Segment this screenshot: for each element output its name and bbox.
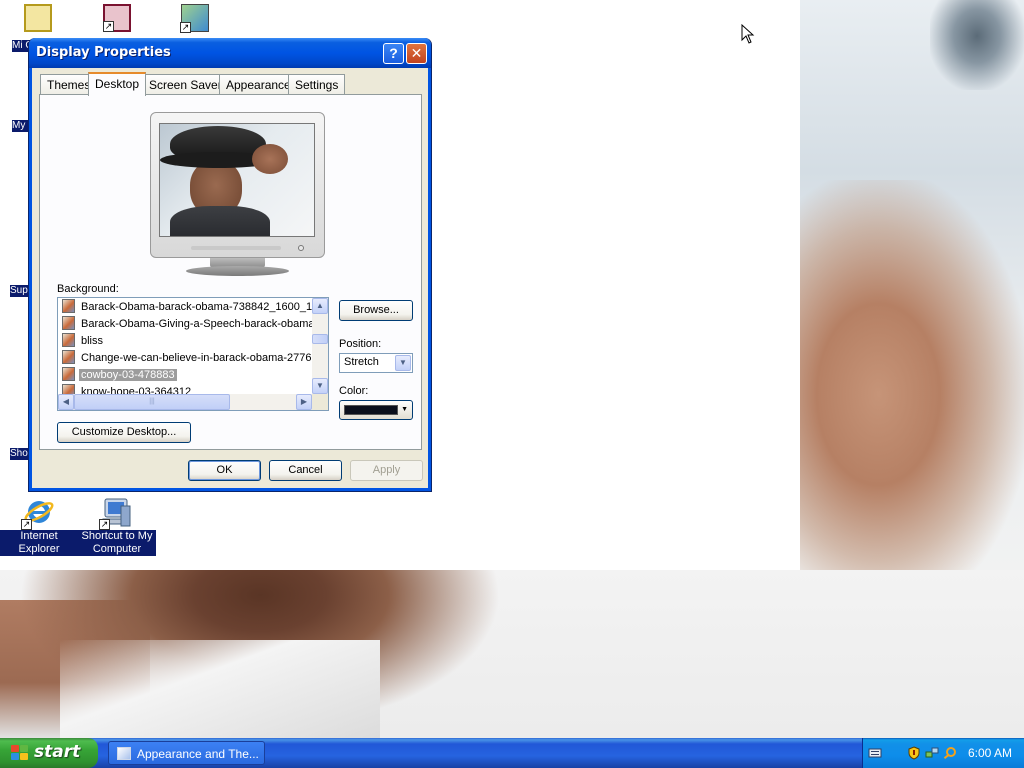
background-list-item[interactable]: Barack-Obama-barack-obama-738842_1600_12…: [62, 299, 314, 315]
preview-hand: [252, 144, 288, 174]
window-client: Themes Desktop Screen Saver Appearance S…: [33, 68, 427, 488]
wallpaper-preview: [159, 123, 315, 237]
wallpaper-collar: [60, 640, 380, 738]
clock[interactable]: 6:00 AM: [968, 746, 1012, 760]
desktop-icon-picture[interactable]: ↗: [156, 4, 234, 34]
customize-desktop-button[interactable]: Customize Desktop...: [57, 422, 191, 443]
scroll-corner: [312, 394, 328, 410]
image-file-icon: [62, 299, 75, 313]
desktop-icon-key[interactable]: ↗: [78, 4, 156, 34]
tab-appearance[interactable]: Appearance: [219, 74, 298, 95]
scroll-thumb-horizontal[interactable]: |||: [74, 394, 230, 410]
keyboard-icon[interactable]: [868, 746, 882, 760]
image-file-icon: [62, 333, 75, 347]
scroll-left-icon[interactable]: ◀: [58, 394, 74, 410]
taskbar: start Appearance and The... 6:00 AM: [0, 738, 1024, 768]
wallpaper-snow: [930, 0, 1024, 90]
picture-icon: ↗: [180, 4, 209, 33]
background-list-item[interactable]: Barack-Obama-Giving-a-Speech-barack-obam…: [62, 316, 314, 332]
desktop-icon-my-computer[interactable]: ↗ Shortcut to My Computer: [78, 496, 156, 556]
close-button[interactable]: ✕: [406, 43, 427, 64]
scroll-thumb-vertical[interactable]: [312, 334, 328, 344]
cancel-button[interactable]: Cancel: [269, 460, 342, 481]
wallpaper-hand: [800, 180, 1024, 570]
chevron-down-icon[interactable]: ▼: [395, 355, 411, 371]
position-dropdown[interactable]: Stretch ▼: [339, 353, 413, 373]
tab-settings[interactable]: Settings: [288, 74, 346, 95]
tab-desktop[interactable]: Desktop: [88, 72, 147, 96]
scroll-right-icon[interactable]: ▶: [296, 394, 312, 410]
scroll-down-icon[interactable]: ▼: [312, 378, 328, 394]
monitor-stand: [186, 266, 289, 276]
image-file-icon: [62, 316, 75, 330]
color-label: Color:: [339, 385, 369, 397]
color-swatch: [344, 405, 398, 415]
apply-button[interactable]: Apply: [350, 460, 423, 481]
browse-button[interactable]: Browse...: [339, 300, 413, 321]
background-list-item[interactable]: Change-we-can-believe-in-barack-obama-27…: [62, 350, 314, 366]
background-listbox[interactable]: Barack-Obama-barack-obama-738842_1600_12…: [57, 297, 329, 411]
image-file-icon: [62, 350, 75, 364]
internet-explorer-icon: ↗: [21, 496, 55, 530]
taskbar-item-label: Appearance and The...: [137, 747, 259, 761]
background-label: Background:: [57, 283, 119, 295]
outlook-icon: [24, 4, 52, 32]
scroll-up-icon[interactable]: ▲: [312, 298, 328, 314]
desktop-tab-panel: Background: Barack-Obama-barack-obama-73…: [39, 94, 422, 450]
color-picker-button[interactable]: ▼: [339, 400, 413, 420]
start-button[interactable]: start: [0, 738, 98, 768]
monitor-bezel: [150, 112, 325, 258]
chevron-down-icon: ▼: [401, 406, 408, 413]
mouse-cursor-icon: [741, 24, 755, 44]
listbox-vertical-scrollbar[interactable]: ▲ ▼: [312, 298, 328, 394]
search-icon[interactable]: [943, 746, 957, 760]
window-title: Display Properties: [36, 45, 171, 60]
security-shield-icon[interactable]: [907, 746, 921, 760]
background-list-item-selected[interactable]: cowboy-03-478883: [62, 367, 314, 383]
tab-screen-saver[interactable]: Screen Saver: [142, 74, 229, 95]
my-computer-label: Shortcut to My Computer: [78, 530, 156, 556]
taskbar-item-appearance[interactable]: Appearance and The...: [108, 741, 265, 765]
monitor-preview: [150, 112, 325, 278]
help-button[interactable]: ?: [383, 43, 404, 64]
ok-button[interactable]: OK: [188, 460, 261, 481]
preview-suit: [170, 206, 270, 236]
windows-logo-icon: [11, 745, 29, 761]
position-label: Position:: [339, 338, 382, 350]
desktop-icon-outlook[interactable]: [0, 4, 78, 34]
listbox-horizontal-scrollbar[interactable]: ◀ ||| ▶: [58, 394, 312, 410]
monitor-slot: [191, 246, 281, 250]
background-list-item[interactable]: bliss: [62, 333, 314, 349]
position-value: Stretch: [344, 356, 379, 368]
desktop-icon-internet-explorer[interactable]: ↗ Internet Explorer: [0, 496, 78, 556]
network-icon[interactable]: [925, 746, 939, 760]
key-icon: ↗: [103, 4, 131, 32]
display-properties-window: Display Properties ? ✕ Themes Desktop Sc…: [28, 38, 432, 492]
title-bar[interactable]: Display Properties ? ✕: [29, 38, 431, 68]
monitor-power-icon: [298, 245, 304, 251]
start-label: start: [34, 742, 81, 762]
system-tray: 6:00 AM: [862, 738, 1024, 768]
image-file-icon: [62, 367, 75, 381]
control-panel-icon: [117, 747, 131, 760]
my-computer-icon: ↗: [99, 496, 133, 530]
internet-explorer-label: Internet Explorer: [0, 530, 78, 556]
